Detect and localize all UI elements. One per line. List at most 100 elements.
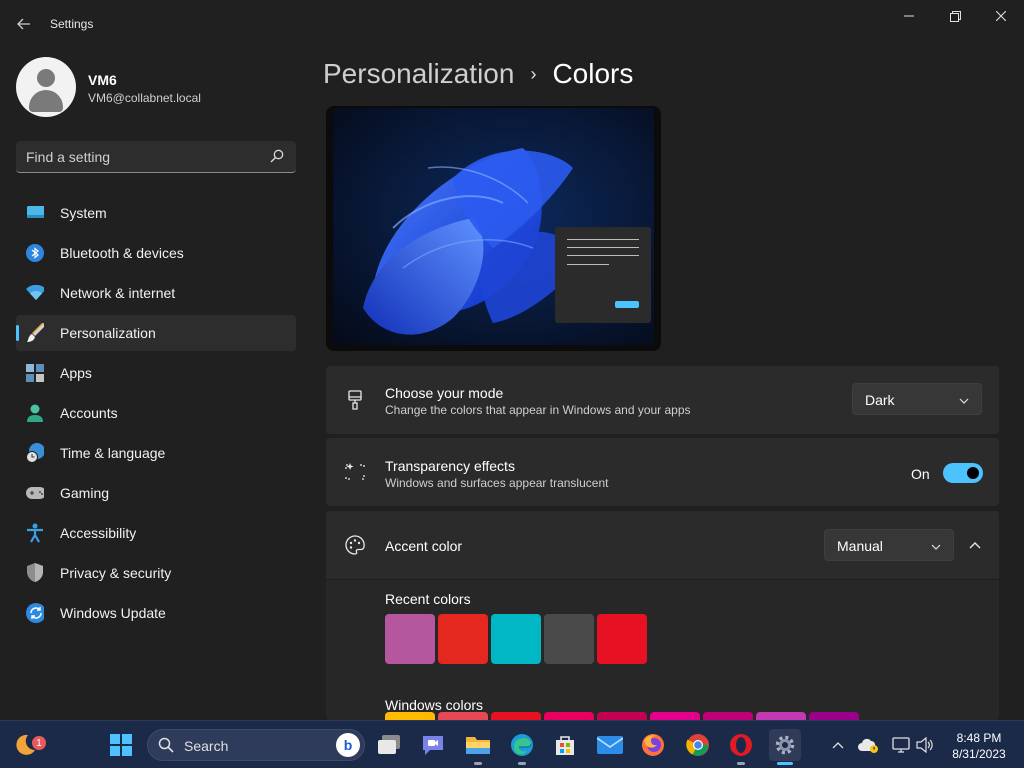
task-view-button[interactable] [374,729,406,761]
chat-icon [423,736,443,755]
sidebar-item-label: Network & internet [60,285,176,301]
mail-button[interactable] [594,729,626,761]
transparency-state-label: On [911,466,930,482]
sidebar-item-system[interactable]: System [16,195,296,231]
firefox-button[interactable] [637,729,669,761]
restore-button[interactable] [932,0,978,32]
accent-color-panel: Recent colors Windows colors [326,579,999,720]
edge-icon [511,734,533,756]
collapse-button[interactable] [959,529,991,561]
sidebar-item-gaming[interactable]: Gaming [16,475,296,511]
bluetooth-icon [26,244,44,262]
sidebar-item-label: Accounts [60,405,118,421]
accent-dropdown[interactable]: Manual [824,529,954,561]
system-clock[interactable]: 8:48 PM 8/31/2023 [944,730,1014,762]
search-input[interactable] [26,141,266,172]
recent-color-swatch[interactable] [438,614,488,664]
chevron-up-icon [969,542,981,549]
back-arrow-icon [17,18,30,30]
recent-color-swatch[interactable] [491,614,541,664]
restore-icon [949,10,961,22]
recent-colors-label: Recent colors [385,591,471,607]
onedrive-tray-icon[interactable] [858,721,880,768]
palette-icon [344,534,366,556]
sidebar-item-label: Privacy & security [60,565,172,581]
accent-color-setting[interactable]: Accent color Manual [326,511,999,579]
sidebar-item-label: Personalization [60,325,156,341]
windows-color-swatch[interactable] [385,712,435,720]
windows-color-swatch[interactable] [703,712,753,720]
windows-color-swatch[interactable] [809,712,859,720]
transparency-description: Windows and surfaces appear translucent [385,476,609,490]
sidebar-item-accounts[interactable]: Accounts [16,395,296,431]
store-icon [556,736,574,755]
sidebar-item-label: Accessibility [60,525,137,541]
clock-time: 8:48 PM [956,731,1002,745]
windows-color-swatch[interactable] [597,712,647,720]
store-button[interactable] [549,729,581,761]
task-view-icon [378,735,400,754]
taskbar-search[interactable]: Search b [147,729,365,761]
show-hidden-icons-button[interactable] [828,721,848,768]
gear-icon [775,735,795,755]
chrome-icon [686,734,709,756]
brush-icon [26,323,44,342]
update-icon [26,603,44,623]
windows-color-swatch[interactable] [438,712,488,720]
bing-icon[interactable]: b [336,733,360,757]
file-explorer-button[interactable] [462,729,494,765]
chevron-down-icon [931,539,941,557]
running-indicator [474,762,482,765]
chrome-button[interactable] [682,729,714,761]
network-icon [892,737,910,753]
back-button[interactable] [10,12,38,36]
apps-icon [26,364,44,382]
start-button[interactable] [105,729,137,761]
preview-window [555,227,651,323]
theme-preview [326,106,661,351]
sidebar-item-network[interactable]: Network & internet [16,275,296,311]
windows-color-swatch[interactable] [756,712,806,720]
breadcrumb-parent[interactable]: Personalization [323,58,514,90]
search-icon [158,737,174,758]
breadcrumb-separator: › [530,63,537,84]
shield-icon [26,563,44,582]
settings-button[interactable] [769,729,801,765]
sidebar-item-apps[interactable]: Apps [16,355,296,391]
transparency-toggle[interactable] [943,463,983,483]
opera-button[interactable] [725,729,757,765]
sidebar-item-accessibility[interactable]: Accessibility [16,515,296,551]
recent-color-swatch[interactable] [385,614,435,664]
mode-value: Dark [865,392,895,408]
sidebar-item-bluetooth[interactable]: Bluetooth & devices [16,235,296,271]
windows-color-swatch[interactable] [544,712,594,720]
mode-dropdown[interactable]: Dark [852,383,982,415]
network-tray-icon[interactable] [890,721,912,768]
title-bar: Settings [0,0,1024,48]
accent-title: Accent color [385,538,463,554]
recent-color-swatch[interactable] [544,614,594,664]
mail-icon [597,736,623,754]
edge-button[interactable] [506,729,538,765]
close-button[interactable] [978,0,1024,32]
teams-chat-button[interactable] [417,729,449,761]
minimize-button[interactable] [886,0,932,32]
chevron-up-icon [832,742,844,749]
search-icon[interactable] [270,149,284,168]
windows-color-swatch[interactable] [491,712,541,720]
notification-badge: 1 [32,736,46,750]
sidebar-item-label: Bluetooth & devices [60,245,184,261]
sidebar-item-time-language[interactable]: Time & language [16,435,296,471]
sidebar-item-windows-update[interactable]: Windows Update [16,595,296,631]
preview-accent-button [615,301,639,308]
user-profile[interactable]: VM6 VM6@collabnet.local [16,57,296,117]
chevron-down-icon [959,393,969,411]
sidebar-item-privacy[interactable]: Privacy & security [16,555,296,591]
windows-color-swatch[interactable] [650,712,700,720]
paintbrush-icon [344,389,366,411]
sidebar-item-personalization[interactable]: Personalization [16,315,296,351]
volume-tray-icon[interactable] [914,721,936,768]
weather-widget[interactable]: 1 [8,729,46,761]
settings-search[interactable] [16,141,296,173]
recent-color-swatch[interactable] [597,614,647,664]
